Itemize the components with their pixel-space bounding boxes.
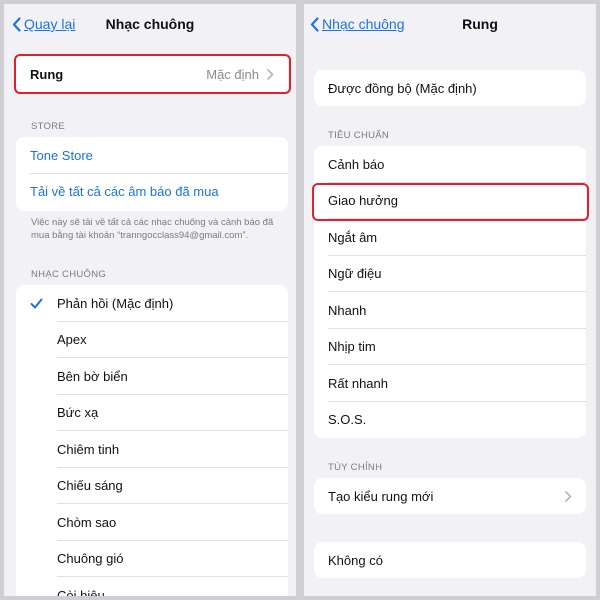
standard-section-label: TIÊU CHUẨN: [328, 130, 390, 141]
synced-row[interactable]: Được đồng bộ (Mặc định): [314, 70, 586, 106]
store-section-label: STORE: [31, 121, 66, 132]
vibration-item-label: Cảnh báo: [328, 156, 385, 172]
checkmark-icon: [30, 298, 43, 309]
vibration-item-label: Ngắt âm: [328, 229, 378, 245]
custom-group: Tạo kiểu rung mới: [314, 478, 586, 514]
ringtone-screen: Quay lại Nhạc chuông Rung Mặc định STORE…: [4, 4, 296, 596]
ringtone-item-chiem-tinh[interactable]: Chiêm tinh: [16, 431, 288, 468]
ringtone-list: Phản hồi (Mặc định) Apex Bên bờ biển Bức xạ…: [16, 285, 288, 596]
tone-store-link[interactable]: Tone Store: [16, 137, 288, 174]
synced-group: Được đồng bộ (Mặc định): [314, 70, 586, 106]
page-title: Nhạc chuông: [105, 16, 195, 32]
standard-list: Cảnh báo Giao hưởng Ngắt âm Ngữ điệu Nhanh Nh…: [314, 146, 586, 438]
ringtone-label: Chiếu sáng: [57, 478, 123, 494]
chevron-right-icon: [565, 490, 572, 502]
vibration-item-label: S.O.S.: [328, 412, 367, 428]
ringtone-item-chieu-sang[interactable]: Chiếu sáng: [16, 468, 288, 504]
ringtones-section-label: NHẠC CHUÔNG: [31, 269, 107, 280]
none-group: Không có: [314, 542, 586, 578]
vibration-item-canh-bao[interactable]: Cảnh báo: [314, 146, 586, 183]
ringtone-item-chuong-gio[interactable]: Chuông gió: [16, 541, 288, 577]
chevron-left-icon: [310, 16, 319, 32]
vibration-item-label: Nhịp tim: [328, 339, 376, 355]
vibration-item-ngu-dieu[interactable]: Ngữ điệu: [314, 256, 586, 292]
vibration-item-s-o-s[interactable]: S.O.S.: [314, 402, 586, 439]
ringtone-label: Phản hồi (Mặc định): [57, 295, 174, 311]
chevron-right-icon: [267, 68, 274, 80]
navigation-bar: Quay lại Nhạc chuông: [4, 4, 296, 48]
download-all-link[interactable]: Tải về tất cả các âm báo đã mua: [16, 174, 288, 211]
ringtone-item-chom-sao[interactable]: Chòm sao: [16, 504, 288, 541]
ringtone-label: Chiêm tinh: [57, 441, 120, 457]
vibration-screen: Nhạc chuông Rung Được đồng bộ (Mặc định)…: [304, 4, 596, 596]
synced-label: Được đồng bộ (Mặc định): [328, 80, 477, 96]
none-label: Không có: [328, 552, 383, 568]
create-vibration-row[interactable]: Tạo kiểu rung mới: [314, 478, 586, 514]
vibration-value: Mặc định: [206, 66, 259, 82]
store-group: Tone Store Tải về tất cả các âm báo đã m…: [16, 137, 288, 211]
ringtone-item-phan-hoi-mac-dinh[interactable]: Phản hồi (Mặc định): [16, 285, 288, 322]
vibration-item-nhanh[interactable]: Nhanh: [314, 292, 586, 329]
ringtone-label: Bức xạ: [57, 405, 99, 421]
ringtone-label: Chuông gió: [57, 551, 124, 567]
custom-section-label: TÙY CHỈNH: [328, 462, 383, 473]
page-title: Rung: [462, 16, 498, 32]
ringtone-label: Chòm sao: [57, 514, 117, 530]
vibration-item-nhip-tim[interactable]: Nhịp tim: [314, 329, 586, 365]
ringtone-label: Còi hiệu: [57, 587, 105, 596]
store-footnote: Việc này sẽ tải về tất cả các nhạc chuôn…: [31, 217, 274, 241]
vibration-item-label: Rất nhanh: [328, 375, 388, 391]
vibration-item-giao-huong[interactable]: Giao hưởng: [314, 183, 586, 219]
ringtone-label: Apex: [57, 332, 87, 348]
navigation-bar: Nhạc chuông Rung: [304, 4, 596, 48]
ringtone-item-ben-bo-bien[interactable]: Bên bờ biển: [16, 358, 288, 395]
vibration-item-label: Nhanh: [328, 302, 367, 318]
vibration-item-rat-nhanh[interactable]: Rất nhanh: [314, 365, 586, 402]
checkmark-slot: [16, 298, 57, 309]
ringtone-label: Bên bờ biển: [57, 368, 128, 384]
vibration-group: Rung Mặc định: [16, 56, 288, 92]
create-vibration-label: Tạo kiểu rung mới: [328, 488, 434, 504]
vibration-item-label: Ngữ điệu: [328, 266, 382, 282]
tone-store-label: Tone Store: [30, 147, 93, 163]
ringtone-item-apex[interactable]: Apex: [16, 322, 288, 358]
download-all-label: Tải về tất cả các âm báo đã mua: [30, 184, 219, 200]
ringtone-item-buc-xa[interactable]: Bức xạ: [16, 395, 288, 431]
vibration-row[interactable]: Rung Mặc định: [16, 56, 288, 92]
vibration-item-ngat-am[interactable]: Ngắt âm: [314, 219, 586, 256]
vibration-label: Rung: [30, 66, 64, 82]
vibration-item-label: Giao hưởng: [328, 193, 398, 209]
ringtone-item-coi-hieu[interactable]: Còi hiệu: [16, 577, 288, 596]
none-row[interactable]: Không có: [314, 542, 586, 578]
